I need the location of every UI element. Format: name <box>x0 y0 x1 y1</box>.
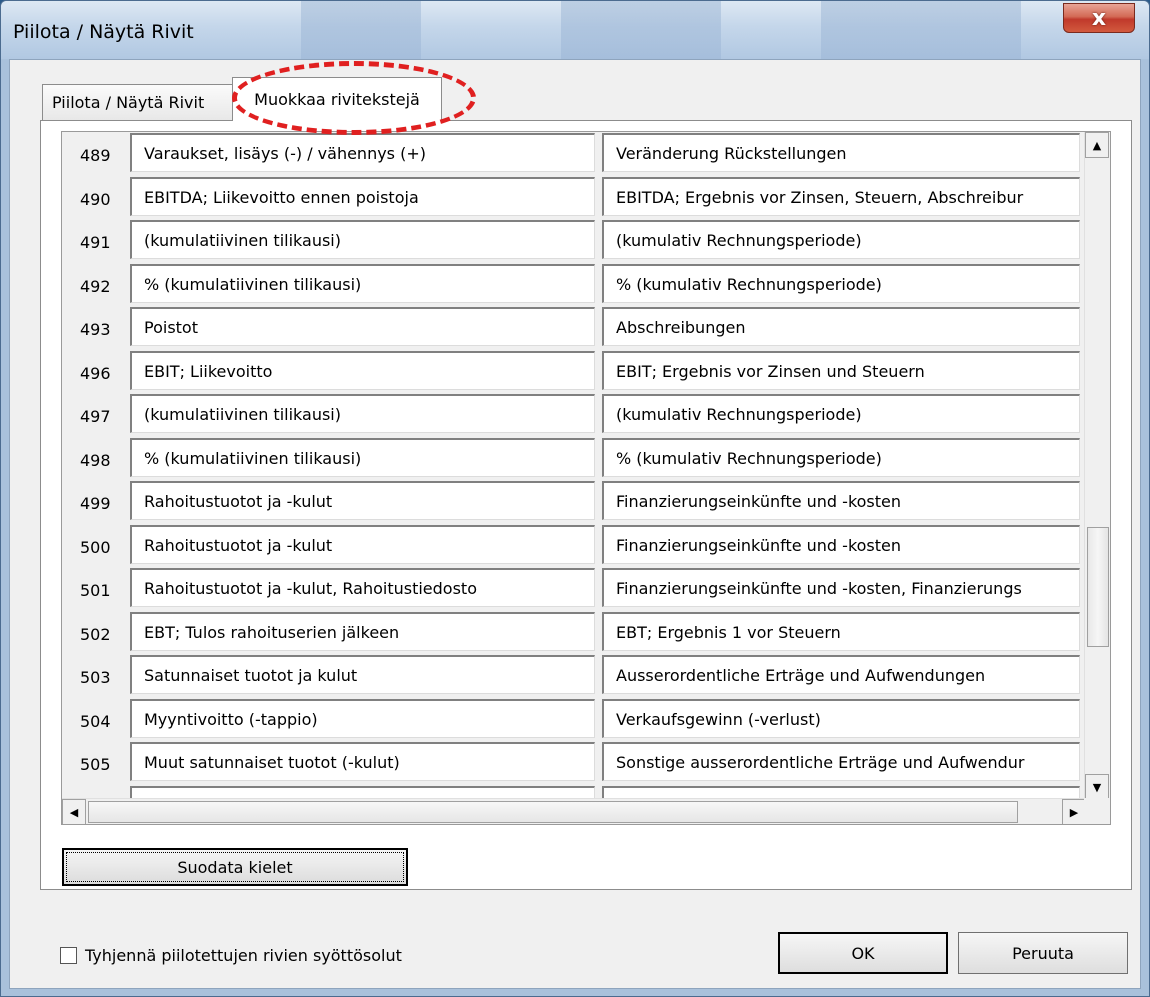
finnish-text-input[interactable]: Poistot <box>130 307 595 346</box>
row-number: 500 <box>80 537 111 557</box>
finnish-text-input[interactable]: Myyntivoitto (-tappio) <box>130 698 595 738</box>
german-text-input[interactable]: (kumulativ Rechnungsperiode) <box>602 220 1080 259</box>
title-bar-decoration <box>561 1 721 59</box>
row-number: 502 <box>80 624 111 644</box>
row-number: 501 <box>80 581 111 600</box>
german-text-input[interactable]: Finanzierungseinkünfte und -kosten, Fina… <box>602 568 1080 607</box>
table-row: 503 Satunnaiset tuotot ja kulut Ausserorde… <box>62 654 1086 698</box>
dialog-window: Piilota / Näytä Rivit x Piilota / Näytä … <box>0 0 1150 997</box>
row-number: 490 <box>80 189 111 209</box>
close-button[interactable]: x <box>1063 3 1135 33</box>
horizontal-scrollbar[interactable]: ◀ ▶ <box>62 798 1086 824</box>
title-bar-decoration <box>821 1 1021 59</box>
row-number: 493 <box>80 320 111 339</box>
german-text-input[interactable]: EBIT; Ergebnis vor Zinsen und Steuern <box>602 350 1080 390</box>
table-row: 491 (kumulatiivinen tilikausi) (kumulati… <box>62 219 1086 263</box>
finnish-text-input[interactable]: Rahoitustuotot ja -kulut <box>130 524 595 564</box>
german-text-input[interactable]: Abschreibungen <box>602 307 1080 346</box>
filter-languages-button[interactable]: Suodata kielet <box>62 848 408 886</box>
german-text-input[interactable]: Verkaufsgewinn (-verlust) <box>602 698 1080 738</box>
german-text-input[interactable]: Finanzierungseinkünfte und -kosten <box>602 524 1080 564</box>
scroll-left-button[interactable]: ◀ <box>62 799 86 824</box>
checkbox-label: Tyhjennä piilotettujen rivien syöttösolu… <box>85 946 402 965</box>
row-number: 505 <box>80 755 111 774</box>
dialog-client-area: Piilota / Näytä Rivit Muokkaa rivitekste… <box>9 59 1141 989</box>
horizontal-scroll-thumb[interactable] <box>88 801 1018 823</box>
grid-rows: 489 Varaukset, lisäys (-) / vähennys (+) V… <box>62 132 1086 800</box>
finnish-text-input[interactable]: EBITDA; Liikevoitto ennen poistoja <box>130 176 595 216</box>
row-number: 492 <box>80 276 111 296</box>
row-number: 497 <box>80 407 111 426</box>
finnish-text-input[interactable]: EBIT; Liikevoitto <box>130 350 595 390</box>
finnish-text-input[interactable]: (kumulatiivinen tilikausi) <box>130 394 595 433</box>
tab-show-hide-rows[interactable]: Piilota / Näytä Rivit <box>42 84 237 120</box>
tab-panel: 489 Varaukset, lisäys (-) / vähennys (+) V… <box>40 120 1132 890</box>
row-number: 498 <box>80 450 111 470</box>
ok-button[interactable]: OK <box>778 932 948 974</box>
finnish-text-input[interactable]: % (kumulatiivinen tilikausi) <box>130 437 595 477</box>
arrow-down-icon: ▼ <box>1092 780 1102 794</box>
clear-hidden-inputs-option[interactable]: Tyhjennä piilotettujen rivien syöttösolu… <box>60 946 402 965</box>
table-row: 489 Varaukset, lisäys (-) / vähennys (+) V… <box>62 132 1086 176</box>
german-text-input[interactable]: % (kumulativ Rechnungsperiode) <box>602 437 1080 477</box>
german-text-input[interactable]: EBITDA; Ergebnis vor Zinsen, Steuern, Ab… <box>602 176 1080 216</box>
close-icon: x <box>1091 5 1107 31</box>
row-number: 489 <box>80 146 111 165</box>
scrollbar-corner <box>1084 798 1110 824</box>
german-text-input[interactable]: (kumulativ Rechnungsperiode) <box>602 394 1080 433</box>
tab-edit-row-texts[interactable]: Muokkaa rivitekstejä <box>232 77 442 121</box>
row-text-grid: 489 Varaukset, lisäys (-) / vähennys (+) V… <box>61 131 1111 825</box>
german-text-input[interactable]: Sonstige ausserordentliche Erträge und A… <box>602 742 1080 781</box>
table-row: 490 EBITDA; Liikevoitto ennen poistoja EBI… <box>62 176 1086 220</box>
table-row: 497 (kumulatiivinen tilikausi) (kumulati… <box>62 393 1086 437</box>
finnish-text-input[interactable]: Varaukset, lisäys (-) / vähennys (+) <box>130 133 595 172</box>
german-text-input[interactable]: Ausserordentliche Erträge und Aufwendung… <box>602 655 1080 694</box>
table-row: 498 % (kumulatiivinen tilikausi) % (kumu… <box>62 437 1086 481</box>
table-row: 496 EBIT; Liikevoitto EBIT; Ergebnis vor Z… <box>62 350 1086 394</box>
window-title: Piilota / Näytä Rivit <box>13 21 194 43</box>
table-row: 505 Muut satunnaiset tuotot (-kulut) Sonst… <box>62 741 1086 785</box>
table-row: 492 % (kumulatiivinen tilikausi) % (kumu… <box>62 263 1086 307</box>
title-bar[interactable]: Piilota / Näytä Rivit x <box>1 1 1149 59</box>
row-number: 499 <box>80 494 111 513</box>
cancel-button[interactable]: Peruuta <box>958 932 1128 974</box>
finnish-text-input[interactable]: % (kumulatiivinen tilikausi) <box>130 263 595 303</box>
table-row: 499 Rahoitustuotot ja -kulut Finanzierungs… <box>62 480 1086 524</box>
finnish-text-input[interactable]: (kumulatiivinen tilikausi) <box>130 220 595 259</box>
scroll-down-button[interactable]: ▼ <box>1085 774 1109 800</box>
title-bar-decoration <box>301 1 421 59</box>
vertical-scroll-thumb[interactable] <box>1087 527 1109 647</box>
row-number: 496 <box>80 363 111 383</box>
table-row: 501 Rahoitustuotot ja -kulut, Rahoitustie… <box>62 567 1086 611</box>
scroll-right-button[interactable]: ▶ <box>1062 799 1086 824</box>
clear-hidden-inputs-checkbox[interactable] <box>60 947 77 964</box>
row-number: 491 <box>80 233 111 252</box>
german-text-input[interactable]: % (kumulativ Rechnungsperiode) <box>602 263 1080 303</box>
table-row: 502 EBT; Tulos rahoituserien jälkeen EBT; … <box>62 611 1086 655</box>
tab-label: Piilota / Näytä Rivit <box>52 93 205 112</box>
arrow-up-icon: ▲ <box>1092 138 1102 152</box>
scroll-up-button[interactable]: ▲ <box>1085 132 1109 158</box>
finnish-text-input[interactable]: EBT; Tulos rahoituserien jälkeen <box>130 611 595 651</box>
arrow-left-icon: ◀ <box>69 805 79 819</box>
finnish-text-input[interactable]: Rahoitustuotot ja -kulut <box>130 481 595 520</box>
finnish-text-input[interactable]: Rahoitustuotot ja -kulut, Rahoitustiedos… <box>130 568 595 607</box>
arrow-right-icon: ▶ <box>1069 805 1079 819</box>
german-text-input[interactable]: EBT; Ergebnis 1 vor Steuern <box>602 611 1080 651</box>
finnish-text-input[interactable]: Satunnaiset tuotot ja kulut <box>130 655 595 694</box>
table-row: 500 Rahoitustuotot ja -kulut Finanzierungs… <box>62 524 1086 568</box>
table-row: 493 Poistot Abschreibungen <box>62 306 1086 350</box>
tab-label: Muokkaa rivitekstejä <box>254 90 420 109</box>
german-text-input[interactable]: Finanzierungseinkünfte und -kosten <box>602 481 1080 520</box>
german-text-input[interactable]: Veränderung Rückstellungen <box>602 133 1080 172</box>
finnish-text-input[interactable]: Muut satunnaiset tuotot (-kulut) <box>130 742 595 781</box>
row-number: 504 <box>80 711 111 731</box>
table-row: 504 Myyntivoitto (-tappio) Verkaufsgewinn … <box>62 698 1086 742</box>
row-number: 503 <box>80 668 111 687</box>
vertical-scrollbar[interactable]: ▲ ▼ <box>1084 132 1110 800</box>
